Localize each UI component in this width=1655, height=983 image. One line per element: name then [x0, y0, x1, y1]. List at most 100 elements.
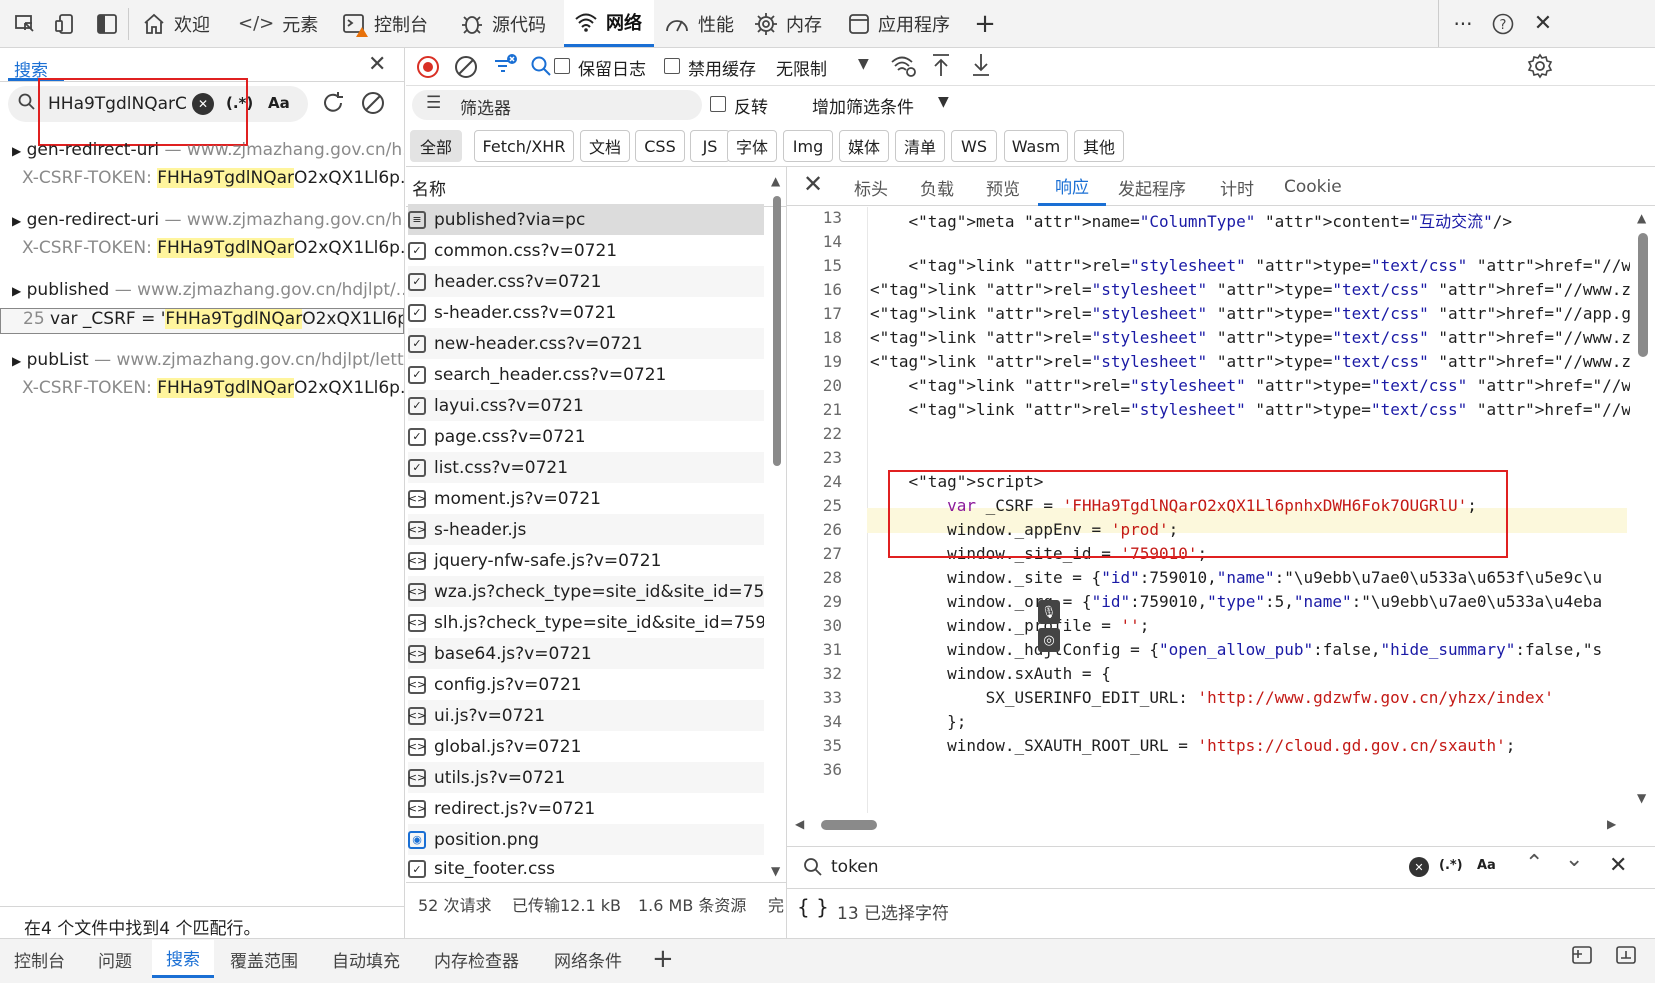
- result-match-line[interactable]: X-CSRF-TOKEN: FHHa9TgdlNQarO2xQX1Ll6p...: [0, 378, 404, 404]
- chip-doc[interactable]: 文档: [580, 130, 630, 162]
- scroll-down-icon[interactable]: ▼: [771, 864, 780, 878]
- request-row[interactable]: <> global.js?v=0721: [408, 731, 764, 762]
- result-match-line[interactable]: X-CSRF-TOKEN: FHHa9TgdlNQarO2xQX1Ll6p...: [0, 238, 404, 264]
- tab-memory[interactable]: 内存: [754, 0, 822, 47]
- request-row[interactable]: ✓ page.css?v=0721: [408, 421, 764, 452]
- result-group[interactable]: ▶ gen-redirect-uri — www.zjmazhang.gov.c…: [0, 140, 404, 166]
- tab-network[interactable]: 网络: [564, 0, 654, 47]
- find-case-toggle[interactable]: Aa: [1477, 858, 1496, 873]
- drawer-tab-issues[interactable]: 问题: [98, 940, 132, 978]
- inspect-icon[interactable]: [10, 0, 40, 47]
- more-filters-dropdown-icon[interactable]: ▼: [938, 94, 949, 110]
- request-row[interactable]: ≡ published?via=pc: [408, 204, 764, 235]
- request-row[interactable]: ✓ new-header.css?v=0721: [408, 328, 764, 359]
- result-match-line-selected[interactable]: 25 var _CSRF = 'FHHa9TgdlNQarO2xQX1Ll6p.…: [0, 308, 404, 334]
- tab-headers[interactable]: 标头: [854, 168, 888, 206]
- request-row[interactable]: ✓ header.css?v=0721: [408, 266, 764, 297]
- drawer-tab-network-conditions[interactable]: 网络条件: [554, 940, 622, 978]
- result-group[interactable]: ▶ pubList — www.zjmazhang.gov.cn/hdjlpt/…: [0, 350, 404, 376]
- tab-payload[interactable]: 负载: [920, 168, 954, 206]
- preserve-log-checkbox[interactable]: [554, 58, 570, 74]
- drawer-tab-memory-inspector[interactable]: 内存检查器: [434, 940, 519, 978]
- request-row[interactable]: ✓ site_footer.css: [408, 855, 764, 883]
- close-find-icon[interactable]: ✕: [1609, 853, 1627, 878]
- match-case-toggle[interactable]: Aa: [268, 94, 290, 112]
- tab-console[interactable]: 控制台: [342, 0, 428, 47]
- import-har-icon[interactable]: [930, 52, 952, 78]
- request-row[interactable]: <> slh.js?check_type=site_id&site_id=759.…: [408, 607, 764, 638]
- throttle-select[interactable]: 无限制: [776, 55, 827, 80]
- clear-find-icon[interactable]: ✕: [1409, 857, 1429, 877]
- tab-performance[interactable]: 性能: [664, 0, 734, 47]
- request-row[interactable]: <> jquery-nfw-safe.js?v=0721: [408, 545, 764, 576]
- chip-font[interactable]: 字体: [727, 130, 777, 162]
- scroll-thumb[interactable]: [821, 820, 877, 830]
- search-network-icon[interactable]: [530, 55, 552, 77]
- network-conditions-icon[interactable]: [890, 53, 918, 79]
- chip-js[interactable]: JS: [690, 130, 730, 162]
- help-icon[interactable]: ?: [1490, 0, 1516, 47]
- chip-ws[interactable]: WS: [951, 130, 997, 162]
- filter-input-box[interactable]: ☰ 筛选器: [412, 90, 702, 120]
- request-list-scrollbar[interactable]: ▲ ▼: [768, 168, 786, 882]
- result-group[interactable]: ▶ gen-redirect-uri — www.zjmazhang.gov.c…: [0, 210, 404, 236]
- chip-wasm[interactable]: Wasm: [1004, 130, 1068, 162]
- chip-img[interactable]: Img: [783, 130, 833, 162]
- request-row[interactable]: <> s-header.js: [408, 514, 764, 545]
- target-icon[interactable]: ◎: [1038, 628, 1060, 652]
- scroll-up-icon[interactable]: ▲: [771, 174, 780, 188]
- code-horizontal-scrollbar[interactable]: ◀ ▶: [787, 814, 1632, 836]
- scroll-thumb[interactable]: [773, 196, 781, 466]
- chip-manifest[interactable]: 清单: [895, 130, 945, 162]
- microphone-icon[interactable]: 🎙: [1038, 600, 1060, 624]
- add-drawer-tab-icon[interactable]: +: [652, 940, 674, 978]
- find-input[interactable]: [831, 853, 1331, 881]
- request-row[interactable]: ✓ s-header.css?v=0721: [408, 297, 764, 328]
- request-row[interactable]: ✓ search_header.css?v=0721: [408, 359, 764, 390]
- tab-cookies[interactable]: Cookie: [1284, 168, 1342, 206]
- clear-log-icon[interactable]: [454, 55, 478, 79]
- request-row[interactable]: <> ui.js?v=0721: [408, 700, 764, 731]
- record-icon[interactable]: [416, 55, 440, 79]
- tab-timing[interactable]: 计时: [1220, 168, 1254, 206]
- chip-all[interactable]: 全部: [410, 130, 462, 162]
- chip-fetch-xhr[interactable]: Fetch/XHR: [474, 130, 574, 162]
- close-devtools-icon[interactable]: ✕: [1530, 0, 1556, 47]
- drawer-tab-coverage[interactable]: 覆盖范围: [230, 940, 298, 978]
- request-row[interactable]: ✓ common.css?v=0721: [408, 235, 764, 266]
- request-row[interactable]: <> redirect.js?v=0721: [408, 793, 764, 824]
- clear-results-icon[interactable]: [360, 90, 386, 116]
- find-previous-icon[interactable]: ⌃: [1525, 851, 1543, 876]
- request-row[interactable]: ✓ layui.css?v=0721: [408, 390, 764, 421]
- tab-preview[interactable]: 预览: [986, 168, 1020, 206]
- minimize-drawer-icon[interactable]: [1614, 944, 1638, 966]
- request-row[interactable]: ◉ position.png: [408, 824, 764, 855]
- invert-checkbox[interactable]: [710, 96, 726, 112]
- request-row[interactable]: <> wza.js?check_type=site_id&site_id=75..…: [408, 576, 764, 607]
- scroll-right-icon[interactable]: ▶: [1607, 817, 1616, 831]
- tab-sources[interactable]: 源代码: [460, 0, 546, 47]
- request-row[interactable]: <> moment.js?v=0721: [408, 483, 764, 514]
- find-regex-toggle[interactable]: (.*): [1439, 858, 1463, 873]
- tab-welcome[interactable]: 欢迎: [142, 0, 210, 47]
- scroll-down-icon[interactable]: ▼: [1637, 791, 1646, 805]
- result-match-line[interactable]: X-CSRF-TOKEN: FHHa9TgdlNQarO2xQX1Ll6p...: [0, 168, 404, 194]
- scroll-up-icon[interactable]: ▲: [1637, 211, 1646, 225]
- device-toolbar-icon[interactable]: [50, 0, 80, 47]
- throttle-dropdown-icon[interactable]: ▼: [858, 56, 869, 72]
- tab-application[interactable]: 应用程序: [848, 0, 950, 47]
- dock-drawer-icon[interactable]: [1570, 944, 1594, 966]
- scroll-left-icon[interactable]: ◀: [795, 817, 804, 831]
- tab-response[interactable]: 响应: [1038, 168, 1106, 206]
- filter-clear-icon[interactable]: [492, 53, 518, 79]
- request-row[interactable]: ✓ list.css?v=0721: [408, 452, 764, 483]
- name-column-header[interactable]: 名称: [412, 175, 446, 200]
- settings-gear-icon[interactable]: [1526, 52, 1554, 80]
- more-filters-button[interactable]: 增加筛选条件: [812, 93, 914, 118]
- scroll-thumb[interactable]: [1638, 233, 1648, 357]
- code-vertical-scrollbar[interactable]: ▲ ▼: [1632, 207, 1654, 813]
- drawer-tab-search[interactable]: 搜索: [152, 940, 214, 978]
- refresh-icon[interactable]: [320, 90, 346, 116]
- chip-media[interactable]: 媒体: [839, 130, 889, 162]
- result-group[interactable]: ▶ published — www.zjmazhang.gov.cn/hdjlp…: [0, 280, 404, 306]
